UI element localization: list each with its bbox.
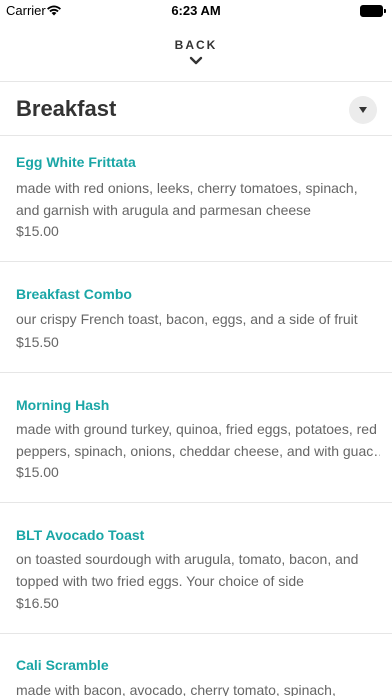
item-description: made with ground turkey, quinoa, fried e… xyxy=(16,418,380,462)
item-description-line: made with red onions, leeks, cherry toma… xyxy=(16,180,358,196)
section-toggle-button[interactable] xyxy=(349,96,377,124)
item-name: BLT Avocado Toast xyxy=(16,527,145,543)
menu-item[interactable]: Morning Hash made with ground turkey, qu… xyxy=(0,373,392,502)
item-name: Morning Hash xyxy=(16,397,110,413)
menu-item[interactable]: Cali Scramble made with bacon, avocado, … xyxy=(0,634,392,696)
item-description-line: made with bacon, avocado, cherry tomato,… xyxy=(16,682,336,696)
caret-down-icon xyxy=(359,107,367,113)
item-description: on toasted sourdough with arugula, tomat… xyxy=(16,548,380,592)
item-description: our crispy French toast, bacon, eggs, an… xyxy=(16,308,380,330)
item-name: Egg White Frittata xyxy=(16,154,136,170)
battery-icon xyxy=(360,5,386,17)
item-description-line: on toasted sourdough with arugula, tomat… xyxy=(16,551,359,567)
menu-item[interactable]: Egg White Frittata made with red onions,… xyxy=(0,136,392,261)
menu-item[interactable]: BLT Avocado Toast on toasted sourdough w… xyxy=(0,503,392,633)
item-description-line: and garnish with arugula and parmesan ch… xyxy=(16,202,311,218)
item-description: made with bacon, avocado, cherry tomato,… xyxy=(16,679,380,696)
screen: Carrier 6:23 AM BACK Breakfast Egg White… xyxy=(0,0,392,696)
item-name: Cali Scramble xyxy=(16,657,109,673)
item-description-line: peppers, spinach, onions, cheddar cheese… xyxy=(16,443,380,459)
section-title: Breakfast xyxy=(16,96,117,121)
menu-item[interactable]: Breakfast Combo our crispy French toast,… xyxy=(0,262,392,372)
item-description: made with red onions, leeks, cherry toma… xyxy=(16,177,380,221)
item-description-line: made with ground turkey, quinoa, fried e… xyxy=(16,421,377,437)
item-price: $15.00 xyxy=(16,223,59,239)
item-name: Breakfast Combo xyxy=(16,286,132,302)
item-price: $15.00 xyxy=(16,464,59,480)
item-description-line: our crispy French toast, bacon, eggs, an… xyxy=(16,311,358,327)
back-label: BACK xyxy=(174,38,218,52)
section-header: Breakfast xyxy=(0,82,392,136)
item-price: $16.50 xyxy=(16,595,59,611)
item-description-line: topped with two fried eggs. Your choice … xyxy=(16,573,304,589)
clock: 6:23 AM xyxy=(171,3,221,18)
back-button[interactable]: BACK xyxy=(0,30,392,80)
chevron-down-icon xyxy=(189,56,203,65)
item-price: $15.50 xyxy=(16,334,59,350)
status-bar: Carrier 6:23 AM xyxy=(0,0,392,22)
